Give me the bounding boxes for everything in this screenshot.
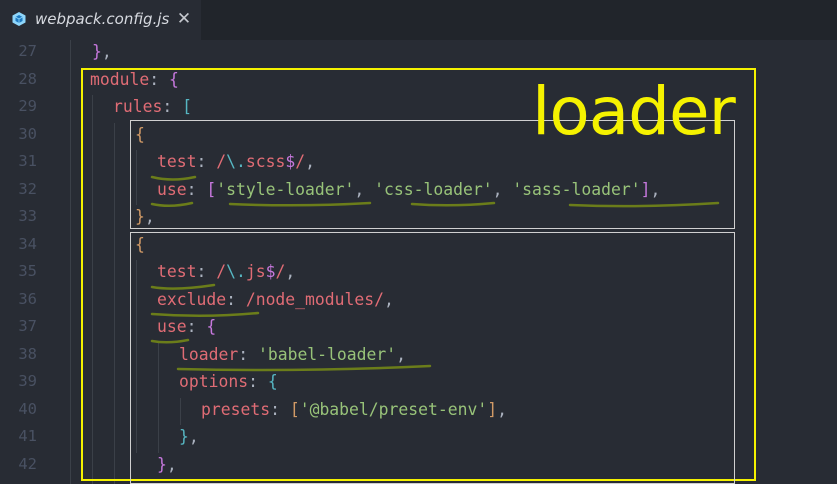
code-text: rules: [ — [113, 97, 192, 116]
code-text: }, — [157, 454, 177, 474]
tab-title: webpack.config.js — [35, 10, 170, 28]
code-line: 31 test: /\.scss$/, — [0, 148, 837, 176]
code-text: presets: ['@babel/preset-env'], — [201, 399, 507, 419]
code-line: 38 loader: 'babel-loader', — [0, 341, 837, 369]
annotation-label: loader — [532, 73, 736, 150]
code-text: use: ['style-loader', 'css-loader', 'sas… — [157, 179, 661, 199]
line-number: 27 — [18, 42, 37, 60]
line-number: 35 — [18, 262, 37, 280]
line-number: 28 — [18, 69, 37, 88]
line-number: 40 — [18, 399, 37, 418]
line-number: 30 — [18, 124, 37, 143]
code-text: options: { — [179, 372, 278, 391]
line-number: 32 — [18, 179, 37, 198]
code-text: exclude: /node_modules/, — [157, 289, 394, 309]
line-number: 38 — [18, 344, 37, 363]
code-text: { — [135, 234, 145, 254]
code-line: 42 }, — [0, 451, 837, 479]
line-number: 34 — [18, 234, 37, 253]
line-number: 39 — [18, 372, 37, 390]
code-line: 40 presets: ['@babel/preset-env'], — [0, 396, 837, 424]
tab-bar: webpack.config.js ✕ — [0, 0, 837, 40]
tab-webpack-config[interactable]: webpack.config.js ✕ — [0, 0, 201, 40]
code-text: }, — [179, 427, 199, 446]
code-text: use: { — [157, 317, 217, 336]
code-line: 37 use: { — [0, 313, 837, 341]
line-number: 31 — [18, 152, 37, 170]
code-text: test: /\.js$/, — [157, 262, 296, 281]
code-text: test: /\.scss$/, — [157, 152, 315, 171]
code-text: loader: 'babel-loader', — [179, 344, 406, 364]
code-line: 33 }, — [0, 203, 837, 231]
line-number: 36 — [18, 289, 37, 308]
line-number: 37 — [18, 317, 37, 335]
code-text: }, — [92, 42, 112, 61]
close-icon[interactable]: ✕ — [176, 9, 192, 29]
code-line: 34 { — [0, 231, 837, 259]
code-text: { — [135, 124, 145, 144]
line-number: 42 — [18, 454, 37, 473]
line-number: 29 — [18, 97, 37, 115]
line-number: 33 — [18, 207, 37, 225]
code-text: }, — [135, 207, 155, 226]
code-line: 41 }, — [0, 423, 837, 451]
line-number: 41 — [18, 427, 37, 445]
code-text: module: { — [90, 69, 179, 89]
code-line: 27 }, — [0, 40, 837, 66]
code-line: 35 test: /\.js$/, — [0, 258, 837, 286]
webpack-cube-icon — [11, 11, 27, 27]
code-line: 39 options: { — [0, 368, 837, 396]
code-line: 36 exclude: /node_modules/, — [0, 286, 837, 314]
code-line: 32 use: ['style-loader', 'css-loader', '… — [0, 176, 837, 204]
